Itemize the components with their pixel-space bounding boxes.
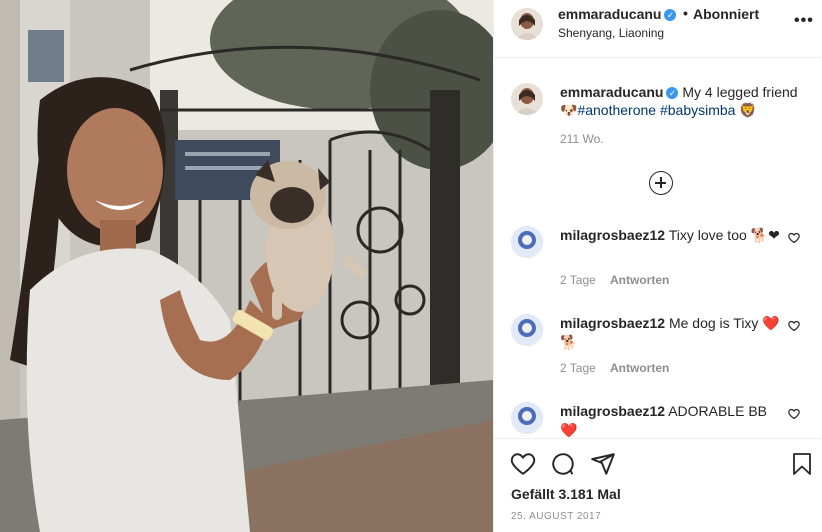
comment-username[interactable]: milagrosbaez12 bbox=[560, 315, 665, 331]
post-actions: Gefällt 3.181 Mal 25. AUGUST 2017 bbox=[494, 438, 822, 532]
comment-item: milagrosbaez12 ADORABLE BB ❤️ bbox=[494, 402, 822, 438]
comment-like-heart-icon[interactable] bbox=[788, 408, 800, 420]
comment-time[interactable]: 2 Tage bbox=[560, 361, 596, 375]
likes-count[interactable]: Gefällt 3.181 Mal bbox=[511, 486, 621, 502]
comment-avatar[interactable] bbox=[511, 402, 543, 434]
comment-body: Tixy love too 🐕❤ bbox=[668, 227, 780, 243]
header-location-link[interactable]: Shenyang, Liaoning bbox=[558, 26, 664, 40]
follow-status-button[interactable]: Abonniert bbox=[693, 6, 759, 22]
header-separator: • bbox=[683, 5, 688, 21]
comment-reply-button[interactable]: Antworten bbox=[610, 361, 669, 375]
caption-username[interactable]: emmaraducanu bbox=[560, 84, 663, 100]
verified-badge-icon: ✓ bbox=[664, 9, 677, 21]
caption-emoji: 🦁 bbox=[739, 102, 757, 118]
comment-item: milagrosbaez12 Tixy love too 🐕❤ 2 Tage A… bbox=[494, 226, 822, 314]
comment-like-heart-icon[interactable] bbox=[788, 320, 800, 332]
comment-reply-button[interactable]: Antworten bbox=[610, 273, 669, 287]
comment-text: milagrosbaez12 Tixy love too 🐕❤ bbox=[560, 226, 780, 245]
caption-avatar[interactable] bbox=[511, 83, 543, 115]
share-paper-plane-icon[interactable] bbox=[590, 451, 616, 477]
caption-text: emmaraducanu ✓ My 4 legged friend🐶#anothe… bbox=[560, 83, 810, 119]
comment-text: milagrosbaez12 ADORABLE BB ❤️ bbox=[560, 402, 780, 438]
like-heart-icon[interactable] bbox=[510, 451, 536, 477]
comment-bubble-icon[interactable] bbox=[550, 451, 576, 477]
header-username-text[interactable]: emmaraducanu bbox=[558, 6, 661, 22]
save-bookmark-icon[interactable] bbox=[790, 451, 814, 477]
comment-like-heart-icon[interactable] bbox=[788, 232, 800, 244]
caption-time[interactable]: 211 Wo. bbox=[560, 132, 604, 146]
photo-image bbox=[0, 0, 493, 532]
comments-list[interactable]: emmaraducanu ✓ My 4 legged friend🐶#anothe… bbox=[494, 58, 822, 438]
plus-circle-icon[interactable] bbox=[649, 171, 673, 195]
header-username[interactable]: emmaraducanu ✓ bbox=[558, 6, 677, 22]
hashtag-babysimba[interactable]: #babysimba bbox=[660, 102, 736, 118]
comment-username[interactable]: milagrosbaez12 bbox=[560, 403, 665, 419]
post-header: emmaraducanu ✓ • Abonniert Shenyang, Liao… bbox=[494, 0, 822, 58]
post-side-panel: emmaraducanu ✓ • Abonniert Shenyang, Liao… bbox=[493, 0, 822, 532]
comment-time[interactable]: 2 Tage bbox=[560, 273, 596, 287]
comment-avatar[interactable] bbox=[511, 314, 543, 346]
comment-avatar[interactable] bbox=[511, 226, 543, 258]
caption-verified-icon: ✓ bbox=[666, 87, 679, 99]
comment-username[interactable]: milagrosbaez12 bbox=[560, 227, 665, 243]
more-options-icon[interactable]: ••• bbox=[794, 12, 814, 30]
header-avatar[interactable] bbox=[511, 8, 543, 40]
post-date[interactable]: 25. AUGUST 2017 bbox=[511, 511, 601, 522]
comment-item: milagrosbaez12 Me dog is Tixy ❤️🐕 2 Tage… bbox=[494, 314, 822, 402]
post-photo[interactable] bbox=[0, 0, 493, 532]
hashtag-anotherone[interactable]: #anotherone bbox=[577, 102, 656, 118]
comment-text: milagrosbaez12 Me dog is Tixy ❤️🐕 bbox=[560, 314, 780, 352]
